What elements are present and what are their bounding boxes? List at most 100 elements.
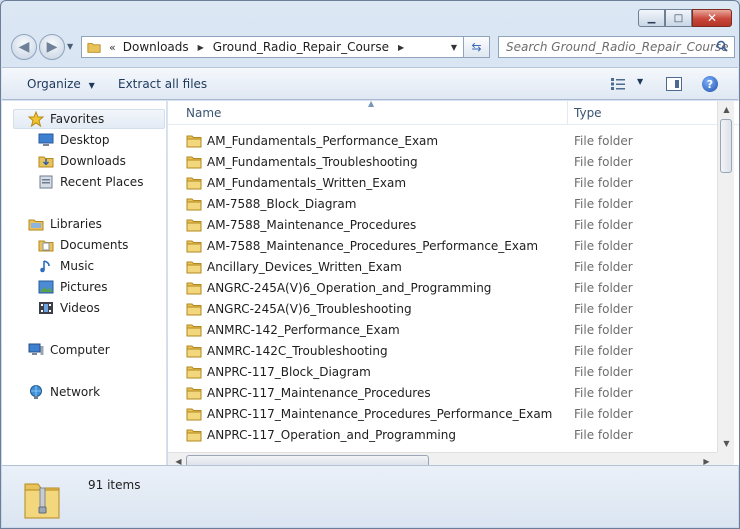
nav-recent-places-label: Recent Places (60, 175, 144, 189)
file-row[interactable]: ANPRC-117_Maintenance_Procedures File fol… (168, 383, 717, 404)
file-row[interactable]: AM_Fundamentals_Written_Exam File folder (168, 173, 717, 194)
sort-ascending-icon: ▲ (368, 99, 375, 108)
extract-all-files-button[interactable]: Extract all files (118, 77, 207, 91)
file-row[interactable]: ANPRC-117_Maintenance_Procedures_Perform… (168, 404, 717, 425)
file-name: AM_Fundamentals_Performance_Exam (207, 134, 439, 148)
search-input[interactable]: Search Ground_Radio_Repair_Course (498, 36, 735, 58)
column-divider[interactable] (567, 101, 568, 125)
nav-computer-label: Computer (50, 343, 110, 357)
refresh-button[interactable]: ⇆ (464, 36, 490, 58)
file-type: File folder (574, 365, 633, 379)
nav-desktop[interactable]: Desktop (2, 130, 110, 150)
folder-icon (186, 177, 202, 190)
file-row[interactable]: AM-7588_Maintenance_Procedures File folde… (168, 215, 717, 236)
file-list: AM_Fundamentals_Performance_Exam File fol… (168, 131, 717, 447)
folder-icon (186, 219, 202, 232)
address-row: ◀ ▶ ▼ « Downloads ▶ Ground_Radio_Repair_… (9, 34, 735, 60)
forward-button[interactable]: ▶ (39, 34, 65, 60)
file-row[interactable]: ANGRC-245A(V)6_Troubleshooting File folde… (168, 299, 717, 320)
pictures-icon (38, 279, 54, 295)
nav-network[interactable]: Network (2, 382, 100, 402)
file-row[interactable]: AM_Fundamentals_Performance_Exam File fol… (168, 131, 717, 152)
breadcrumb-downloads[interactable]: Downloads (123, 40, 189, 54)
close-button[interactable]: ✕ (692, 9, 732, 27)
help-icon[interactable]: ? (702, 76, 718, 92)
column-header-name[interactable]: Name (186, 106, 221, 120)
nav-recent-places[interactable]: Recent Places (2, 172, 143, 192)
vertical-scroll-thumb[interactable] (720, 119, 732, 173)
nav-desktop-label: Desktop (60, 133, 110, 147)
file-type: File folder (574, 428, 633, 442)
zip-folder-icon (24, 483, 60, 519)
breadcrumb-current-folder[interactable]: Ground_Radio_Repair_Course (213, 40, 389, 54)
file-type: File folder (574, 134, 633, 148)
file-row[interactable]: ANMRC-142C_Troubleshooting File folder (168, 341, 717, 362)
address-history-dropdown-icon[interactable]: ▼ (451, 43, 457, 52)
recent-places-icon (38, 174, 54, 190)
nav-downloads[interactable]: Downloads (2, 151, 126, 171)
file-row[interactable]: AM-7588_Maintenance_Procedures_Performan… (168, 236, 717, 257)
nav-libraries[interactable]: Libraries (2, 214, 102, 234)
desktop-icon (38, 132, 54, 148)
folder-icon (186, 324, 202, 337)
folder-icon (87, 43, 101, 53)
view-options-dropdown[interactable]: ▼ (637, 77, 643, 86)
nav-videos-label: Videos (60, 301, 100, 315)
file-type: File folder (574, 407, 633, 421)
file-name: ANPRC-117_Operation_and_Programming (207, 428, 456, 442)
file-name: ANPRC-117_Block_Diagram (207, 365, 371, 379)
breadcrumb-separator-icon[interactable]: ▶ (398, 43, 404, 52)
recent-pages-dropdown[interactable]: ▼ (67, 42, 73, 51)
nav-music[interactable]: Music (2, 256, 94, 276)
search-icon[interactable] (716, 40, 728, 52)
organize-menu[interactable]: Organize ▼ (27, 77, 95, 91)
scroll-up-icon[interactable]: ▲ (718, 101, 735, 118)
computer-icon (28, 342, 44, 358)
minimize-button[interactable]: ▁ (638, 9, 665, 27)
back-button[interactable]: ◀ (11, 34, 37, 60)
music-icon (38, 258, 54, 274)
back-arrow-icon: ◀ (18, 39, 30, 55)
libraries-icon (28, 216, 44, 232)
column-header: Name ▲ Type (168, 99, 739, 125)
change-view-icon[interactable] (611, 78, 625, 90)
folder-icon (186, 135, 202, 148)
nav-documents[interactable]: Documents (2, 235, 128, 255)
maximize-button[interactable]: □ (665, 9, 692, 27)
file-type: File folder (574, 176, 633, 190)
nav-favorites[interactable]: Favorites (13, 109, 165, 129)
downloads-folder-icon (38, 153, 54, 169)
scroll-down-icon[interactable]: ▼ (718, 435, 735, 452)
documents-icon (38, 237, 54, 253)
file-row[interactable]: AM_Fundamentals_Troubleshooting File fold… (168, 152, 717, 173)
file-row[interactable]: AM-7588_Block_Diagram File folder (168, 194, 717, 215)
folder-icon (186, 429, 202, 442)
window-controls: ▁ □ ✕ (638, 9, 732, 27)
file-row[interactable]: ANPRC-117_Block_Diagram File folder (168, 362, 717, 383)
details-pane: 91 items (2, 465, 738, 527)
file-row[interactable]: ANGRC-245A(V)6_Operation_and_Programming… (168, 278, 717, 299)
breadcrumb-separator-icon[interactable]: ▶ (198, 43, 204, 52)
folder-icon (186, 303, 202, 316)
address-bar[interactable]: « Downloads ▶ Ground_Radio_Repair_Course… (81, 36, 464, 58)
file-row[interactable]: Ancillary_Devices_Written_Exam File folde… (168, 257, 717, 278)
forward-arrow-icon: ▶ (46, 39, 58, 55)
file-row[interactable]: ANPRC-117_Operation_and_Programming File … (168, 425, 717, 446)
nav-computer[interactable]: Computer (2, 340, 110, 360)
column-header-type[interactable]: Type (574, 106, 602, 120)
file-name: AM-7588_Block_Diagram (207, 197, 357, 211)
nav-pictures[interactable]: Pictures (2, 277, 108, 297)
navigation-pane: Favorites Desktop Downloads Recent Place… (2, 101, 167, 465)
file-type: File folder (574, 323, 633, 337)
preview-pane-button[interactable] (666, 77, 682, 91)
folder-icon (186, 198, 202, 211)
nav-pictures-label: Pictures (60, 280, 108, 294)
maximize-icon: □ (673, 12, 684, 24)
refresh-icon: ⇆ (471, 40, 482, 54)
nav-videos[interactable]: Videos (2, 298, 100, 318)
nav-favorites-label: Favorites (50, 112, 105, 126)
vertical-scrollbar[interactable]: ▲ ▼ (717, 101, 734, 452)
file-row[interactable]: ANMRC-142_Performance_Exam File folder (168, 320, 717, 341)
file-name: ANGRC-245A(V)6_Troubleshooting (207, 302, 412, 316)
overflow-chevron[interactable]: « (109, 41, 116, 54)
